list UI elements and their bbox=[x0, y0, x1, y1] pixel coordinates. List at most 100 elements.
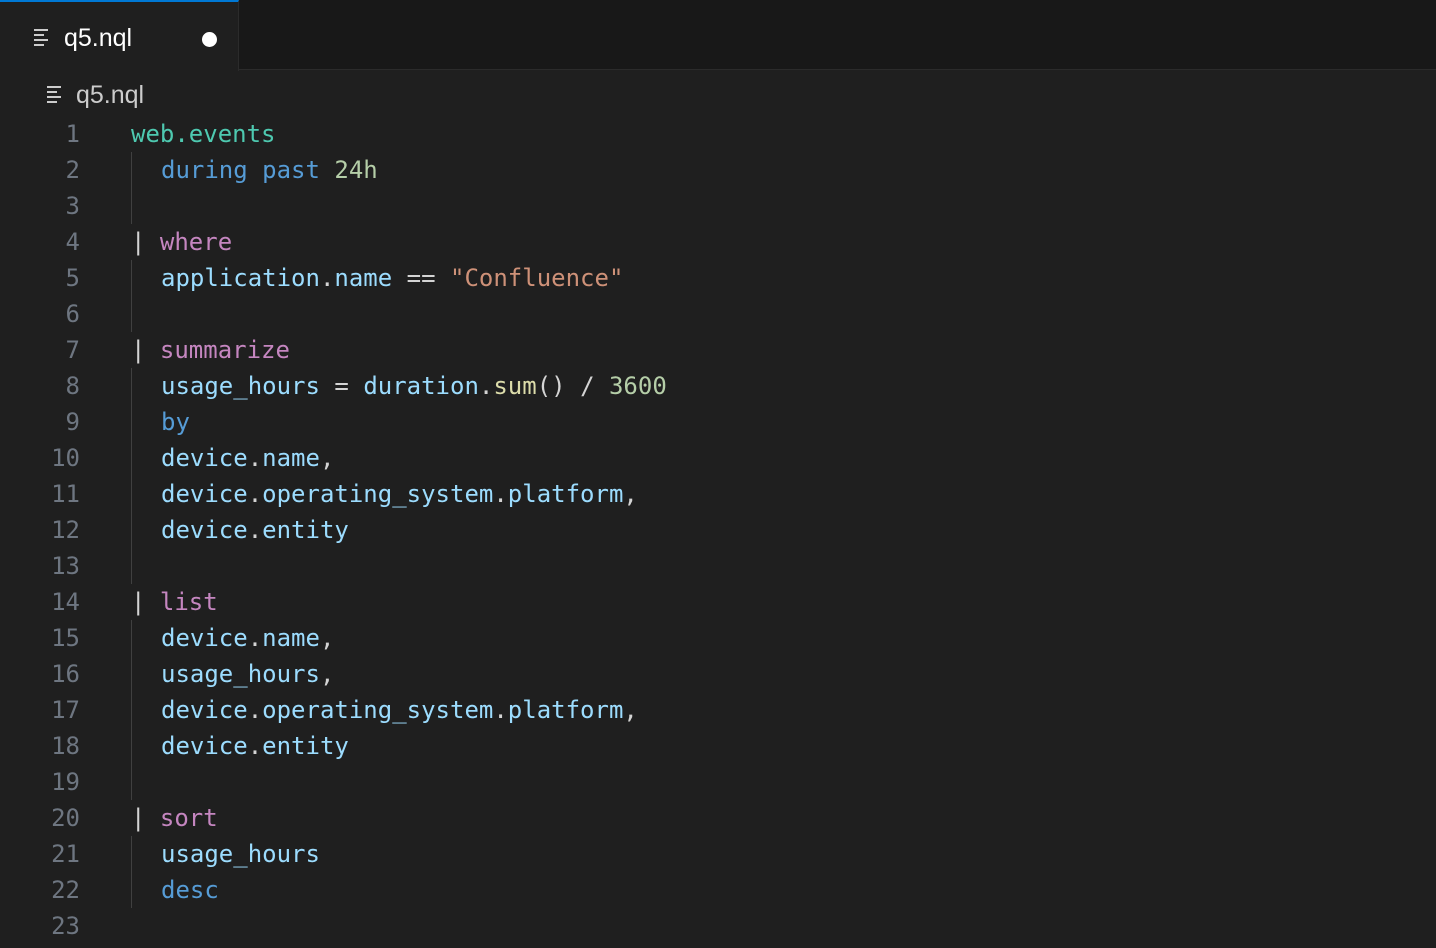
code-token: web.events bbox=[131, 120, 276, 148]
code-token: desc bbox=[161, 876, 219, 904]
code-line[interactable]: 1 web.events bbox=[0, 116, 1436, 152]
editor-tab-bar: q5.nql bbox=[0, 0, 1436, 71]
line-number: 21 bbox=[51, 840, 80, 868]
code-line[interactable]: 4 | where bbox=[0, 224, 1436, 260]
code-line[interactable]: 2 during past 24h bbox=[0, 152, 1436, 188]
code-token: . bbox=[247, 444, 263, 472]
file-text-icon bbox=[47, 86, 61, 103]
code-token: device bbox=[161, 696, 248, 724]
code-line[interactable]: 5 application.name == "Confluence" bbox=[0, 260, 1436, 296]
code-editor[interactable]: 1 web.events 2 during past 24h 3 4 | where 5 app… bbox=[0, 116, 1436, 948]
code-token: name bbox=[334, 264, 393, 292]
line-number: 12 bbox=[51, 516, 80, 544]
code-token: operating_system bbox=[262, 480, 494, 508]
code-token: device bbox=[161, 624, 248, 652]
line-number: 9 bbox=[65, 408, 80, 436]
code-line[interactable]: 14 | list bbox=[0, 584, 1436, 620]
code-content: device.name, bbox=[161, 440, 334, 476]
code-line[interactable]: 6 bbox=[0, 296, 1436, 332]
code-token: operating_system bbox=[262, 696, 494, 724]
code-token: , bbox=[623, 480, 638, 508]
code-line[interactable]: 16 usage_hours, bbox=[0, 656, 1436, 692]
code-token: device bbox=[161, 516, 248, 544]
indent-guide bbox=[131, 620, 132, 800]
code-content: device.entity bbox=[161, 728, 349, 764]
code-line[interactable]: 13 bbox=[0, 548, 1436, 584]
code-token: name bbox=[262, 444, 320, 472]
code-line[interactable]: 7 | summarize bbox=[0, 332, 1436, 368]
code-token: where bbox=[159, 228, 233, 256]
code-line[interactable]: 3 bbox=[0, 188, 1436, 224]
code-content: by bbox=[161, 404, 190, 440]
code-token: . bbox=[493, 480, 508, 508]
code-token: duration bbox=[363, 372, 479, 400]
line-number: 17 bbox=[51, 696, 80, 724]
code-token: usage_hours bbox=[161, 660, 320, 688]
line-number: 16 bbox=[51, 660, 80, 688]
code-token: . bbox=[247, 480, 263, 508]
line-number: 22 bbox=[51, 876, 80, 904]
unsaved-dot-icon[interactable] bbox=[202, 32, 217, 47]
tab-q5-nql[interactable]: q5.nql bbox=[0, 0, 239, 71]
code-content: | summarize bbox=[131, 332, 290, 368]
code-content: | sort bbox=[131, 800, 218, 836]
line-number: 7 bbox=[65, 336, 80, 364]
line-number: 23 bbox=[51, 912, 80, 940]
code-content: usage_hours bbox=[161, 836, 320, 872]
code-content: | list bbox=[131, 584, 218, 620]
code-token: during bbox=[161, 156, 248, 184]
code-content: | where bbox=[131, 224, 232, 260]
pipe-operator: | bbox=[131, 804, 146, 832]
line-number: 13 bbox=[51, 552, 80, 580]
code-token: , bbox=[319, 660, 335, 688]
code-line[interactable]: 11 device.operating_system.platform, bbox=[0, 476, 1436, 512]
code-token: , bbox=[623, 696, 638, 724]
code-line[interactable]: 15 device.name, bbox=[0, 620, 1436, 656]
code-content: device.name, bbox=[161, 620, 334, 656]
file-text-icon bbox=[34, 29, 48, 46]
code-line[interactable]: 20 | sort bbox=[0, 800, 1436, 836]
code-content: device.operating_system.platform, bbox=[161, 692, 638, 728]
code-token: platform bbox=[507, 696, 624, 724]
code-token: == bbox=[392, 264, 450, 292]
code-token: = bbox=[319, 372, 364, 400]
pipe-operator: | bbox=[131, 336, 146, 364]
line-number: 14 bbox=[51, 588, 80, 616]
code-line[interactable]: 17 device.operating_system.platform, bbox=[0, 692, 1436, 728]
code-token: . bbox=[478, 372, 494, 400]
code-line[interactable]: 18 device.entity bbox=[0, 728, 1436, 764]
code-content: desc bbox=[161, 872, 219, 908]
code-token: usage_hours bbox=[161, 840, 320, 868]
code-token: "Confluence" bbox=[450, 264, 624, 292]
code-token: . bbox=[319, 264, 335, 292]
code-token: 24h bbox=[334, 156, 378, 184]
code-line[interactable]: 10 device.name, bbox=[0, 440, 1436, 476]
code-line[interactable]: 21 usage_hours bbox=[0, 836, 1436, 872]
code-line[interactable]: 22 desc bbox=[0, 872, 1436, 908]
line-number: 10 bbox=[51, 444, 80, 472]
code-token: device bbox=[161, 480, 248, 508]
code-line[interactable]: 19 bbox=[0, 764, 1436, 800]
code-line[interactable]: 23 bbox=[0, 908, 1436, 944]
line-number: 2 bbox=[65, 156, 80, 184]
code-line[interactable]: 8 usage_hours = duration.sum() / 3600 bbox=[0, 368, 1436, 404]
code-token: sum bbox=[493, 372, 537, 400]
code-content: during past 24h bbox=[161, 152, 378, 188]
breadcrumb-item-file[interactable]: q5.nql bbox=[76, 76, 144, 114]
pipe-operator: | bbox=[131, 228, 146, 256]
indent-guide bbox=[131, 368, 132, 584]
code-token: by bbox=[161, 408, 190, 436]
line-number: 20 bbox=[51, 804, 80, 832]
code-token: 3600 bbox=[608, 372, 667, 400]
line-number: 5 bbox=[65, 264, 80, 292]
code-token: usage_hours bbox=[161, 372, 320, 400]
code-token: . bbox=[247, 624, 263, 652]
code-line[interactable]: 12 device.entity bbox=[0, 512, 1436, 548]
code-token: device bbox=[161, 444, 248, 472]
code-line[interactable]: 9 by bbox=[0, 404, 1436, 440]
code-token: device bbox=[161, 732, 248, 760]
tab-label: q5.nql bbox=[64, 24, 133, 52]
code-token: summarize bbox=[159, 336, 290, 364]
